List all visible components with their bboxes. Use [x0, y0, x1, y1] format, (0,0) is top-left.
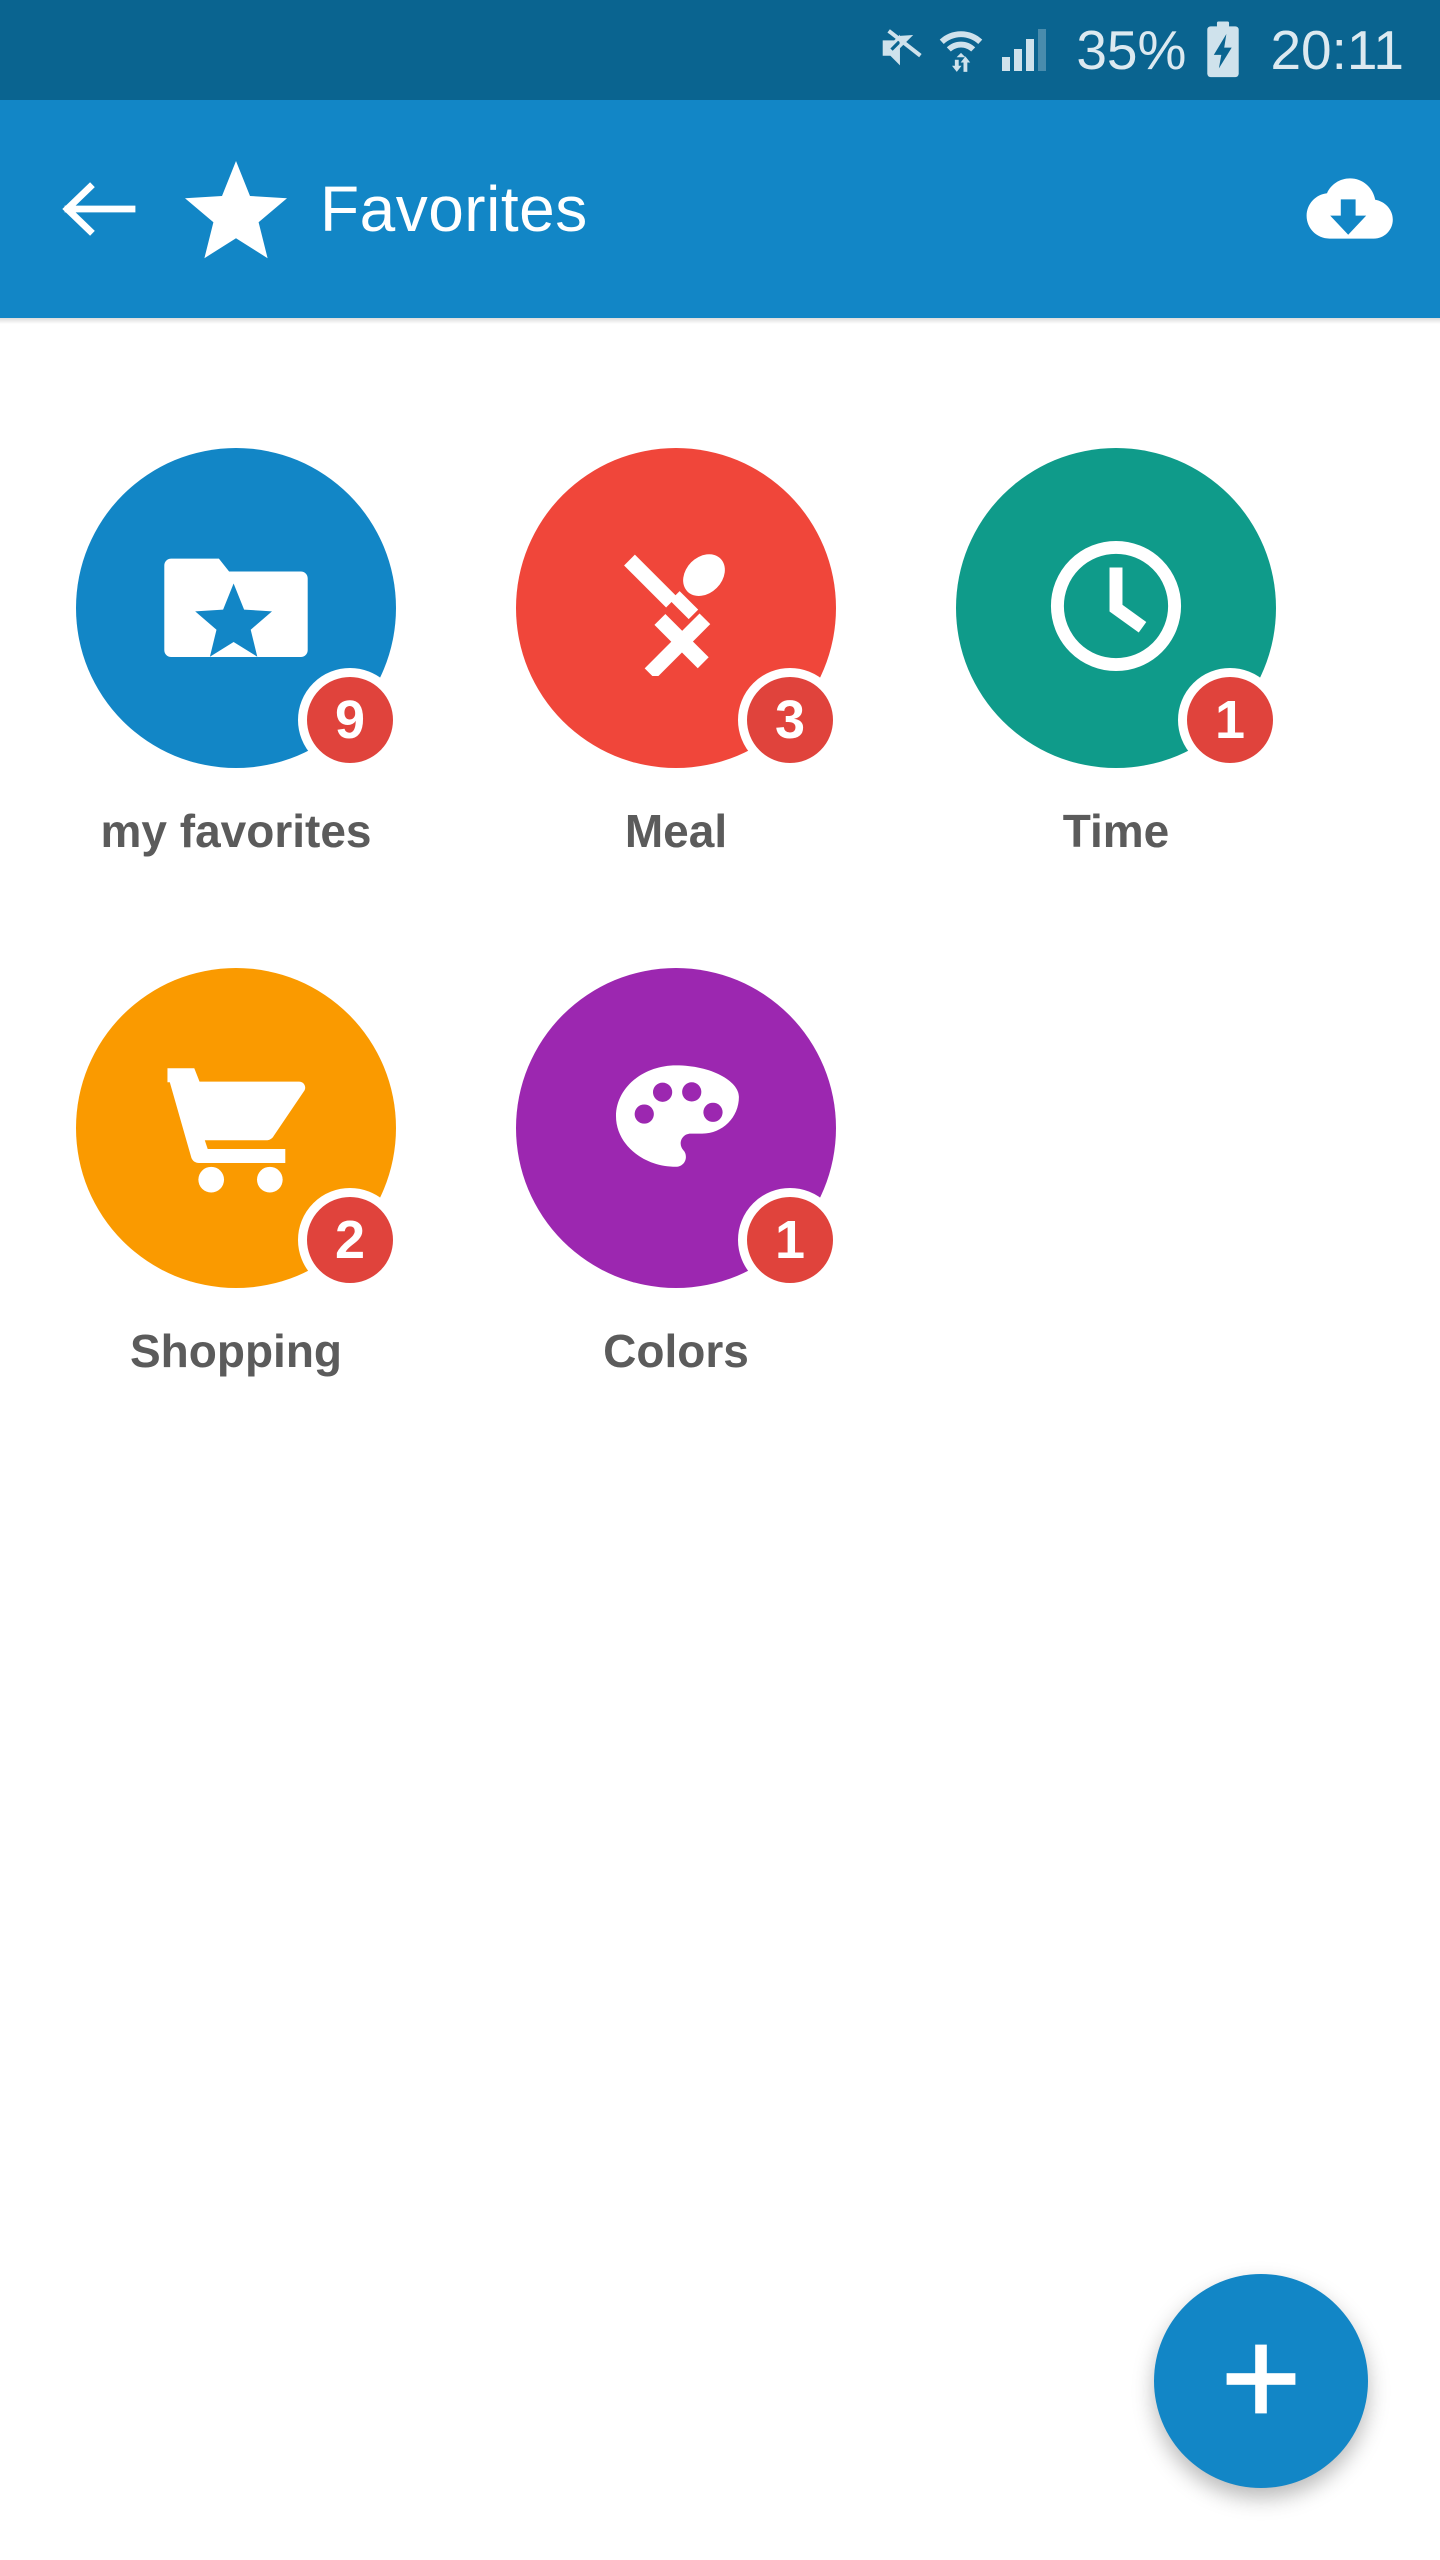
category-item-meal[interactable]: 3 Meal — [456, 448, 896, 858]
shopping-cart-icon — [160, 1056, 312, 1201]
content-area: 9 my favorites 3 Meal 1 Time 2 Shopping … — [0, 324, 1440, 2560]
add-button[interactable] — [1154, 2274, 1368, 2488]
page-title: Favorites — [320, 173, 588, 245]
cutlery-icon — [606, 536, 746, 681]
status-bar: 35% 20:11 — [0, 0, 1440, 100]
category-label: Shopping — [129, 1325, 343, 1377]
category-circle-wrap: 3 — [516, 448, 842, 772]
back-button[interactable] — [60, 170, 138, 248]
plus-icon — [1218, 2336, 1304, 2427]
folder-star-icon — [161, 546, 311, 671]
status-badge: 2 — [298, 1188, 402, 1292]
category-circle-wrap: 2 — [76, 968, 402, 1292]
category-item-time[interactable]: 1 Time — [896, 448, 1336, 858]
category-label: Time — [1062, 805, 1170, 857]
category-label: Colors — [603, 1325, 749, 1377]
category-label: my favorites — [100, 805, 372, 857]
signal-icon — [1000, 27, 1048, 73]
status-badge: 3 — [738, 668, 842, 772]
wifi-icon — [938, 25, 984, 75]
battery-percent-label: 35% — [1076, 19, 1187, 81]
status-badge: 9 — [298, 668, 402, 772]
category-label: Meal — [624, 805, 728, 857]
clock-icon — [1042, 532, 1190, 685]
category-item-shopping[interactable]: 2 Shopping — [16, 968, 456, 1378]
star-icon — [184, 159, 288, 259]
category-grid: 9 my favorites 3 Meal 1 Time 2 Shopping … — [0, 324, 1440, 1488]
status-time-label: 20:11 — [1270, 19, 1404, 81]
palette-icon — [608, 1059, 744, 1198]
category-circle-wrap: 1 — [516, 968, 842, 1292]
grid-empty-cell — [896, 968, 1336, 1378]
cloud-download-icon[interactable] — [1296, 159, 1396, 259]
battery-charging-icon — [1202, 21, 1244, 79]
app-bar: Favorites — [0, 100, 1440, 318]
status-badge: 1 — [738, 1188, 842, 1292]
status-badge: 1 — [1178, 668, 1282, 772]
mute-icon — [876, 27, 922, 73]
category-circle-wrap: 9 — [76, 448, 402, 772]
category-item-my-favorites[interactable]: 9 my favorites — [16, 448, 456, 858]
category-item-colors[interactable]: 1 Colors — [456, 968, 896, 1378]
category-circle-wrap: 1 — [956, 448, 1282, 772]
